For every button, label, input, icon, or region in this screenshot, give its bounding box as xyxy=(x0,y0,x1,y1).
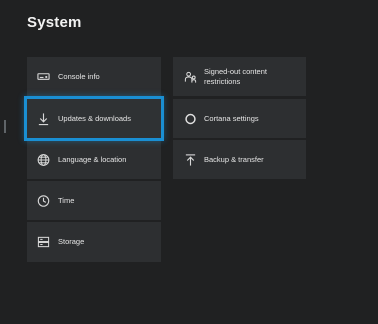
cortana-settings-tile[interactable]: Cortana settings xyxy=(173,99,306,138)
label-line-2: restrictions xyxy=(204,76,241,86)
globe-icon xyxy=(37,153,50,166)
time-tile[interactable]: Time xyxy=(27,181,161,220)
storage-label: Storage xyxy=(58,237,85,246)
focus-indicator xyxy=(4,120,6,133)
label-line-1: Signed-out content xyxy=(204,66,267,76)
time-label: Time xyxy=(58,195,75,205)
backup-transfer-label: Backup & transfer xyxy=(204,154,264,164)
signed-out-content-restrictions-label: Signed-out content restrictions xyxy=(204,67,300,87)
language-location-label: Language & location xyxy=(58,154,127,164)
page-title: System xyxy=(27,14,82,31)
storage-icon xyxy=(37,236,50,249)
storage-tile[interactable]: Storage xyxy=(27,222,161,262)
cortana-ring-icon xyxy=(184,112,197,125)
console-info-tile[interactable]: Console info xyxy=(27,57,161,96)
download-arrow-icon xyxy=(37,112,50,125)
family-icon xyxy=(184,70,197,83)
upload-arrow-icon xyxy=(184,153,197,166)
updates-downloads-tile[interactable]: Updates & downloads xyxy=(24,96,164,141)
clock-icon xyxy=(37,194,50,207)
updates-downloads-label: Updates & downloads xyxy=(58,113,131,123)
signed-out-content-restrictions-tile[interactable]: Signed-out content restrictions xyxy=(173,57,306,96)
language-location-tile[interactable]: Language & location xyxy=(27,140,161,179)
console-icon xyxy=(37,70,50,83)
cortana-settings-label: Cortana settings xyxy=(204,113,259,123)
console-info-label: Console info xyxy=(58,71,100,81)
backup-transfer-tile[interactable]: Backup & transfer xyxy=(173,140,306,179)
